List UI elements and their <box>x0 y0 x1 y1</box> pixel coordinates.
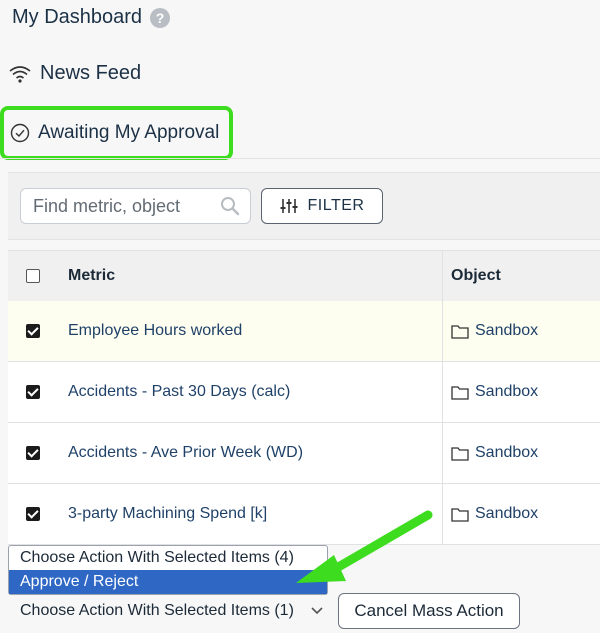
table-row[interactable]: Accidents - Ave Prior Week (WD) Sandbox <box>8 423 600 484</box>
page-title-text: My Dashboard <box>12 6 143 28</box>
object-cell[interactable]: Sandbox <box>442 362 600 422</box>
annotation-arrow <box>296 510 433 583</box>
wifi-icon <box>9 65 31 83</box>
divider <box>0 158 600 159</box>
help-icon[interactable]: ? <box>150 7 171 28</box>
page-title: My Dashboard ? <box>12 6 171 29</box>
mass-action-selected-value: Choose Action With Selected Items (1) <box>20 602 294 619</box>
filter-label: FILTER <box>307 197 365 214</box>
dropdown-option-approve-reject[interactable]: Approve / Reject <box>9 570 327 594</box>
search-input[interactable] <box>31 194 220 218</box>
select-all-checkbox[interactable] <box>26 269 40 283</box>
metric-link[interactable]: Employee Hours worked <box>68 301 438 361</box>
object-label: Sandbox <box>475 505 539 522</box>
nav-item-news-feed[interactable]: News Feed <box>8 62 141 85</box>
nav-item-label: News Feed <box>40 62 142 84</box>
object-cell[interactable]: Sandbox <box>442 484 600 544</box>
column-header-metric[interactable]: Metric <box>68 251 438 301</box>
row-checkbox[interactable] <box>26 324 40 338</box>
dropdown-option[interactable]: Choose Action With Selected Items (4) <box>9 546 327 570</box>
folder-icon <box>451 385 469 400</box>
mass-action-select[interactable]: Choose Action With Selected Items (1) <box>8 594 330 628</box>
chevron-down-icon <box>311 607 323 615</box>
row-checkbox[interactable] <box>26 446 40 460</box>
search-icon[interactable] <box>220 196 240 216</box>
column-header-object[interactable]: Object <box>442 251 600 301</box>
table-row[interactable]: Employee Hours worked Sandbox <box>8 301 600 362</box>
metric-link[interactable]: Accidents - Past 30 Days (calc) <box>68 362 438 422</box>
sliders-icon <box>280 199 298 213</box>
row-checkbox[interactable] <box>26 507 40 521</box>
mass-action-dropdown-menu: Choose Action With Selected Items (4) Ap… <box>8 545 328 595</box>
object-label: Sandbox <box>475 444 539 461</box>
search-box <box>20 188 251 224</box>
cancel-mass-action-button[interactable]: Cancel Mass Action <box>338 593 520 629</box>
object-label: Sandbox <box>475 322 539 339</box>
object-cell[interactable]: Sandbox <box>442 423 600 483</box>
row-checkbox[interactable] <box>26 385 40 399</box>
folder-icon <box>451 507 469 522</box>
check-circle-icon <box>10 123 30 143</box>
folder-icon <box>451 324 469 339</box>
nav-item-awaiting-approval[interactable]: Awaiting My Approval <box>0 106 234 160</box>
select-all-cell <box>8 251 58 301</box>
nav-item-label: Awaiting My Approval <box>38 122 220 143</box>
folder-icon <box>451 446 469 461</box>
object-label: Sandbox <box>475 383 539 400</box>
table-row[interactable]: Accidents - Past 30 Days (calc) Sandbox <box>8 362 600 423</box>
object-cell[interactable]: Sandbox <box>442 301 600 361</box>
table-header-row: Metric Object <box>8 250 600 302</box>
metric-link[interactable]: Accidents - Ave Prior Week (WD) <box>68 423 438 483</box>
filter-button[interactable]: FILTER <box>261 188 383 224</box>
